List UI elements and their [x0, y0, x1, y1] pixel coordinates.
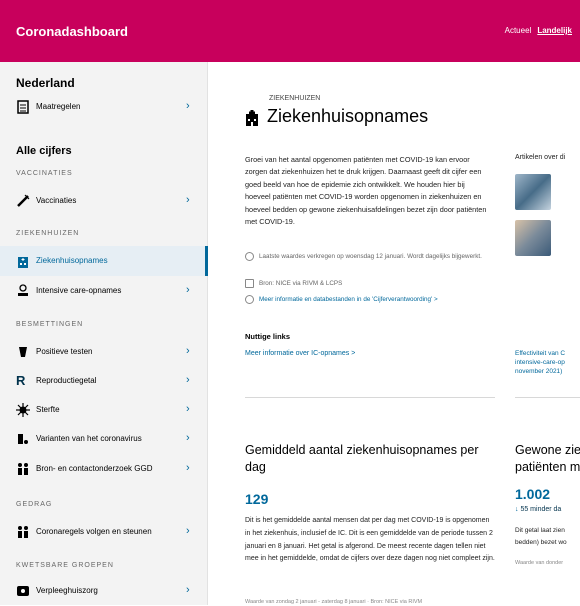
chevron-right-icon: › [186, 403, 190, 415]
chevron-right-icon: › [186, 525, 190, 537]
sidebar-item-varianten[interactable]: Varianten van het coronavirus › [0, 424, 208, 454]
sidebar-item-positieve-testen[interactable]: Positieve testen › [0, 337, 208, 367]
kpi-value-hospital-admissions: 129 [245, 491, 269, 507]
nav-actueel[interactable]: Actueel [505, 26, 532, 35]
variant-icon [18, 434, 28, 444]
sidebar-item-label: Verpleeghuiszorg [36, 586, 98, 595]
database-icon [245, 279, 254, 288]
section-label: ZIEKENHUIZEN [269, 95, 321, 102]
kpi-description: Dit getal laat zien bedden) bezet wo [515, 527, 567, 546]
sidebar-item-label: Maatregelen [36, 102, 81, 111]
category-besmettingen: BESMETTINGEN [16, 321, 84, 328]
sidebar-item-intensive-care[interactable]: Intensive care-opnames › [0, 276, 208, 306]
kpi-title-beds: Gewone ziek patiënten m [515, 443, 580, 474]
useful-link-ic[interactable]: Meer informatie over IC-opnames > [245, 350, 355, 357]
sidebar-region-title: Nederland [16, 76, 75, 90]
sidebar-item-ziekenhuisopnames[interactable]: Ziekenhuisopnames [0, 246, 208, 276]
sidebar-item-label: Ziekenhuisopnames [36, 256, 108, 265]
chevron-right-icon: › [186, 345, 190, 357]
sidebar-item-label: Reproductiegetal [36, 376, 97, 385]
chevron-right-icon: › [186, 100, 190, 112]
sidebar-item-verpleeghuiszorg[interactable]: Verpleeghuiszorg › [0, 576, 208, 606]
kpi-source: Waarde van donder [515, 560, 564, 566]
sidebar: Nederland Maatregelen › Alle cijfers VAC… [0, 62, 208, 605]
sidebar-item-label: Coronaregels volgen en steunen [36, 527, 152, 536]
kpi-value-beds: 1.002 [515, 486, 551, 502]
sidebar-item-label: Intensive care-opnames [36, 286, 122, 295]
people-icon [18, 526, 28, 538]
kpi-source: Waarde van zondag 2 januari - zaterdag 8… [245, 599, 423, 605]
article-caption[interactable]: Effectiviteit van C intensive-care-op no… [515, 349, 580, 376]
sidebar-item-coronaregels[interactable]: Coronaregels volgen en steunen › [0, 517, 208, 547]
useful-links-title: Nuttige links [245, 332, 291, 341]
category-vaccinaties: VACCINATIES [16, 170, 73, 177]
clock-icon [245, 252, 254, 261]
nav-landelijk[interactable]: Landelijk [537, 26, 572, 35]
r-letter-icon: R [16, 373, 26, 388]
page-title: Ziekenhuisopnames [267, 106, 429, 126]
chevron-right-icon: › [186, 194, 190, 206]
top-bar: Coronadashboard Actueel Landelijk [0, 0, 580, 62]
sidebar-item-sterfte[interactable]: Sterfte › [0, 395, 208, 425]
kpi-delta: ↓ 55 minder da [515, 506, 562, 513]
virus-icon [16, 403, 30, 417]
syringe-icon [17, 194, 30, 207]
care-home-icon [17, 586, 29, 596]
sidebar-item-bron-contactonderzoek[interactable]: Bron- en contactonderzoek GGD › [0, 454, 208, 484]
chevron-right-icon: › [186, 432, 190, 444]
hospital-icon [18, 257, 28, 268]
people-icon [18, 463, 28, 475]
sidebar-all-figures-title: Alle cijfers [16, 145, 72, 157]
sidebar-item-label: Bron- en contactonderzoek GGD [36, 464, 153, 473]
brand-logo[interactable]: Coronadashboard [16, 24, 128, 39]
hospital-icon [246, 110, 258, 126]
ic-bed-icon [18, 284, 28, 296]
chevron-right-icon: › [186, 584, 190, 596]
chevron-right-icon: › [186, 284, 190, 296]
category-ziekenhuizen: ZIEKENHUIZEN [16, 230, 80, 237]
intro-text: Groei van het aantal opgenomen patiënten… [245, 155, 487, 227]
divider [245, 397, 495, 398]
article-image[interactable] [515, 174, 551, 210]
chevron-right-icon: › [186, 462, 190, 474]
main-content: ZIEKENHUIZEN Ziekenhuisopnames Groei van… [209, 62, 580, 605]
arrow-down-icon: ↓ [515, 506, 519, 513]
test-icon [19, 347, 27, 357]
sidebar-item-label: Vaccinaties [36, 196, 77, 205]
divider [515, 397, 580, 398]
article-image[interactable] [515, 220, 551, 256]
articles-title: Artikelen over di [515, 154, 566, 161]
category-kwetsbare-groepen: KWETSBARE GROEPEN [16, 562, 114, 569]
info-icon [245, 295, 254, 304]
chevron-right-icon: › [186, 374, 190, 386]
clipboard-icon [17, 100, 29, 114]
kpi-description: Dit is het gemiddelde aantal mensen dat … [245, 517, 495, 563]
sidebar-item-vaccinaties[interactable]: Vaccinaties › [0, 186, 208, 216]
sidebar-item-maatregelen[interactable]: Maatregelen › [0, 92, 208, 122]
top-nav: Actueel Landelijk [505, 26, 572, 35]
kpi-title-hospital-admissions: Gemiddeld aantal ziekenhuisopnames per d… [245, 443, 479, 474]
sidebar-item-label: Sterfte [36, 405, 60, 414]
sidebar-item-label: Positieve testen [36, 347, 93, 356]
sidebar-item-reproductiegetal[interactable]: R Reproductiegetal › [0, 366, 208, 396]
category-gedrag: GEDRAG [16, 501, 53, 508]
sidebar-item-label: Varianten van het coronavirus [36, 434, 142, 443]
